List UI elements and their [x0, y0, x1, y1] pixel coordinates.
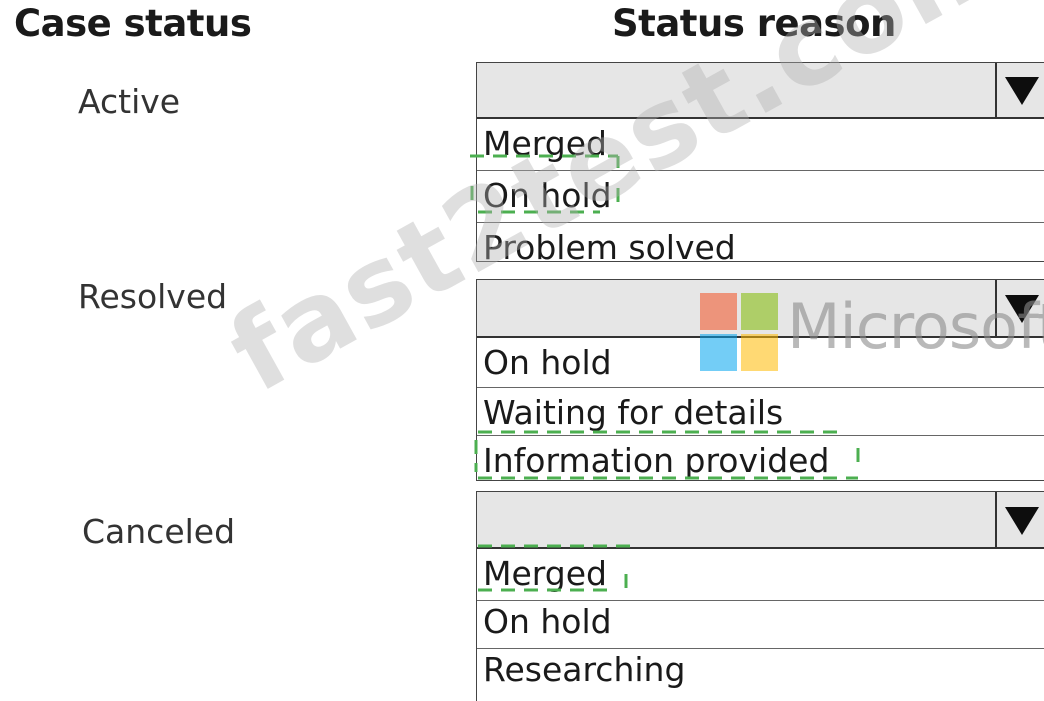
dropdown-selected-value[interactable]: [477, 492, 1044, 549]
microsoft-logo-text: Microsoft: [787, 290, 1044, 363]
option-label: On hold: [483, 343, 612, 382]
microsoft-logo: [700, 293, 778, 371]
status-label-canceled: Canceled: [82, 512, 236, 551]
status-reason-header: Status reason: [612, 2, 896, 45]
dropdown-divider: [995, 63, 997, 117]
dropdown-arrow-icon[interactable]: [1005, 77, 1039, 105]
dropdown-option[interactable]: Waiting for details: [477, 388, 1044, 436]
status-reason-dropdown-active[interactable]: Merged On hold Problem solved: [476, 62, 1044, 267]
option-label: Researching: [483, 650, 686, 689]
status-reason-dropdown-canceled[interactable]: Merged On hold Researching: [476, 491, 1044, 701]
option-label: On hold: [483, 602, 612, 641]
dropdown-option[interactable]: Merged: [477, 119, 1044, 171]
status-label-resolved: Resolved: [78, 277, 228, 316]
dropdown-selected-value[interactable]: [477, 63, 1044, 119]
option-label: Waiting for details: [483, 393, 784, 432]
option-label: On hold: [483, 176, 612, 215]
option-label: Problem solved: [483, 228, 736, 267]
dropdown-arrow-icon[interactable]: [1005, 507, 1039, 535]
option-label: Information provided: [483, 441, 830, 480]
dropdown-option[interactable]: Merged: [477, 549, 1044, 601]
case-status-header: Case status: [14, 2, 252, 45]
dropdown-option[interactable]: On hold: [477, 597, 1044, 649]
option-label: Merged: [483, 554, 607, 593]
dropdown-divider: [995, 492, 997, 547]
dropdown-option[interactable]: Researching: [477, 645, 1044, 697]
dropdown-option[interactable]: Information provided: [477, 436, 1044, 482]
option-label: Merged: [483, 124, 607, 163]
status-label-active: Active: [78, 82, 181, 121]
dropdown-option[interactable]: On hold: [477, 171, 1044, 223]
dropdown-option[interactable]: Problem solved: [477, 223, 1044, 267]
